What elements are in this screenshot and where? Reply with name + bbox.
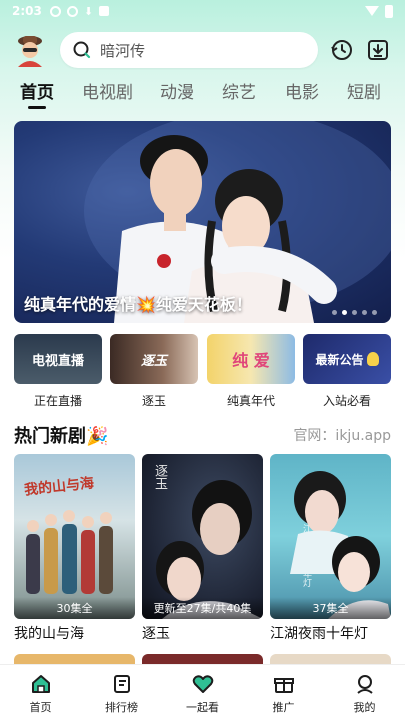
quick-link-thumb-text: 最新公告 [315,352,364,367]
section-title: 热门新剧🎉 [14,426,109,447]
banner-pagination [332,310,377,315]
nav-watch-together[interactable]: 一起看 [162,665,243,720]
banner-dot[interactable] [372,310,377,315]
quick-link-thumb-text: 电视直播 [31,353,84,369]
search-placeholder: 暗河传 [100,41,146,60]
quick-link-live[interactable]: 电视直播 正在直播 [14,334,102,409]
quick-link-chunzhen[interactable]: 纯 爱 纯真年代 [207,334,295,409]
banner-dot-active[interactable] [342,310,347,315]
battery-icon [385,4,393,18]
search-bar[interactable]: 暗河传 [60,32,318,68]
drama-title: 逐玉 [142,626,170,642]
nav-label: 一起看 [186,701,219,714]
quick-link-must-see[interactable]: 最新公告 入站必看 [303,334,391,409]
quick-link-label: 正在直播 [33,394,82,408]
quick-link-zhuyu[interactable]: 逐玉 逐玉 [110,334,198,409]
tab-home[interactable]: 首页 [20,78,54,109]
drama-card[interactable]: 逐玉 更新至27集/共40集 逐玉 [142,454,263,643]
tab-label: 电影 [285,83,319,103]
app-notification-icon [99,6,110,16]
avatar[interactable] [14,33,46,67]
nav-profile[interactable]: 我的 [324,665,405,720]
quick-link-thumbnail: 最新公告 [303,334,391,384]
quick-link-thumbnail: 逐玉 [110,334,198,384]
tab-active-indicator [28,106,46,109]
nav-ranking[interactable]: 排行榜 [81,665,162,720]
category-tabs: 首页 电视剧 动漫 综艺 电影 短剧 [0,78,405,112]
banner-dot[interactable] [352,310,357,315]
tab-label: 电视剧 [82,83,133,103]
banner-caption: 纯真年代的爱情💥纯爱天花板！ [24,295,252,314]
lightbulb-icon [366,352,379,366]
tab-label: 动漫 [160,83,194,103]
banner-dot[interactable] [362,310,367,315]
quick-link-thumb-text: 纯 爱 [232,351,270,370]
episode-count: 37集全 [270,597,391,619]
section-meta[interactable]: 官网：ikju.app [293,425,391,445]
quick-link-label: 逐玉 [141,394,166,408]
tab-variety[interactable]: 综艺 [222,78,256,103]
drama-card-peek[interactable] [14,654,135,664]
drama-poster: 逐玉 更新至27集/共40集 [142,454,263,619]
quick-link-thumb-text: 逐玉 [140,353,167,369]
drama-card-peek[interactable] [270,654,391,664]
tab-label: 短剧 [347,83,381,103]
history-icon[interactable] [330,38,354,62]
hero-banner[interactable]: 纯真年代的爱情💥纯爱天花板！ [14,121,391,323]
avatar-icon [18,36,42,67]
ranking-icon [113,675,130,693]
episode-count: 更新至27集/共40集 [142,597,263,619]
bottom-navigation: 首页 排行榜 一起看 推广 我的 [0,664,405,720]
nav-label: 首页 [29,701,52,714]
status-notification-icons: ⬇ [49,4,110,18]
drama-card-peek[interactable] [142,654,263,664]
drama-poster: 我的山与海 30集全 [14,454,135,619]
quick-link-thumbnail: 电视直播 [14,334,102,384]
nav-home[interactable]: 首页 [0,665,81,720]
nav-label: 排行榜 [105,701,138,714]
drama-title: 江湖夜雨十年灯 [270,626,368,642]
tab-short-drama[interactable]: 短剧 [347,78,381,103]
status-time: 2:03 [12,4,42,18]
profile-icon [356,675,373,694]
quick-link-thumbnail: 纯 爱 [207,334,295,384]
nav-label: 我的 [353,701,376,714]
poster-art [156,480,263,619]
tab-movie[interactable]: 电影 [285,78,319,103]
nav-promote[interactable]: 推广 [243,665,324,720]
nav-label: 推广 [272,701,295,714]
notification-icon [49,5,61,17]
drama-poster: 江湖夜雨十年灯 37集全 [270,454,391,619]
heart-icon [192,675,213,693]
drama-title: 我的山与海 [14,626,84,642]
episode-count: 30集全 [14,597,135,619]
wifi-icon [365,6,379,16]
tab-label: 综艺 [222,83,256,103]
notification-icon [66,5,78,17]
tab-label: 首页 [20,83,54,103]
quick-links: 电视直播 正在直播 逐玉 逐玉 纯 爱 纯真年代 最新公告 入站必看 [14,334,391,412]
poster-art [26,510,113,594]
quick-link-label: 纯真年代 [226,394,275,408]
tab-anime[interactable]: 动漫 [160,78,194,103]
quick-link-label: 入站必看 [322,394,371,408]
poster-art [290,471,391,619]
gift-icon [273,678,294,693]
download-icon: ⬇ [83,4,94,18]
home-icon [31,675,50,693]
tab-tv-series[interactable]: 电视剧 [82,78,133,103]
search-icon [73,41,91,59]
download-icon[interactable] [366,38,390,62]
status-bar: 2:03 ⬇ [0,0,405,22]
app-header: 暗河传 [14,30,391,70]
banner-dot[interactable] [332,310,337,315]
drama-card[interactable]: 江湖夜雨十年灯 37集全 江湖夜雨十年灯 [270,454,391,643]
drama-card[interactable]: 我的山与海 30集全 我的山与海 [14,454,135,643]
